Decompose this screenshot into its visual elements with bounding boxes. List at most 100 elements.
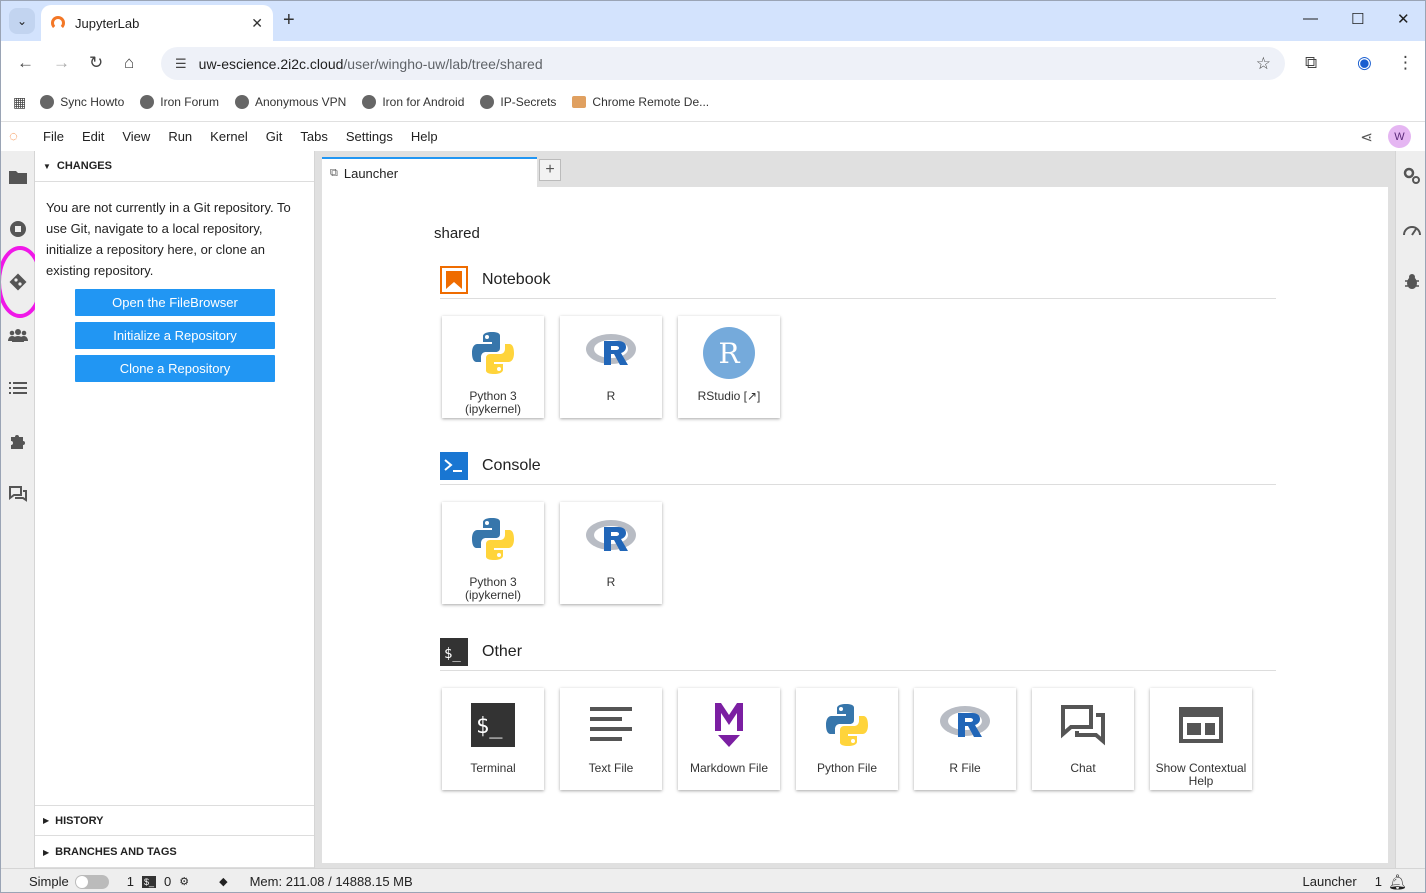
clone-repository-button[interactable]: Clone a Repository bbox=[75, 355, 275, 382]
bookmark-item[interactable]: Iron Forum bbox=[140, 95, 219, 109]
new-tab-icon[interactable]: + bbox=[283, 9, 295, 32]
card-label: RStudio [↗] bbox=[697, 389, 761, 403]
tab-search-icon[interactable]: ⌄ bbox=[9, 8, 35, 34]
browser-menu-icon[interactable]: ⋮ bbox=[1397, 53, 1414, 73]
minimize-icon[interactable]: — bbox=[1303, 10, 1318, 27]
card-label: Text File bbox=[588, 761, 634, 775]
initialize-repository-button[interactable]: Initialize a Repository bbox=[75, 322, 275, 349]
address-bar[interactable]: ☰ uw-escience.2i2c.cloud/user/wingho-uw/… bbox=[161, 47, 1285, 80]
site-info-icon[interactable]: ☰ bbox=[175, 56, 187, 72]
globe-icon bbox=[362, 95, 377, 109]
browser-tab[interactable]: JupyterLab ✕ bbox=[41, 5, 273, 41]
globe-icon bbox=[140, 95, 155, 109]
bookmark-item[interactable]: Iron for Android bbox=[362, 95, 464, 109]
apps-grid-icon[interactable]: ▦ bbox=[13, 94, 26, 111]
property-inspector-icon[interactable] bbox=[1402, 166, 1422, 186]
git-panel: ▼ CHANGES You are not currently in a Git… bbox=[35, 151, 315, 868]
menu-kernel[interactable]: Kernel bbox=[210, 129, 248, 144]
bookmark-star-icon[interactable]: ☆ bbox=[1256, 54, 1271, 74]
bookmark-item[interactable]: Sync Howto bbox=[40, 95, 124, 109]
reload-icon[interactable]: ↻ bbox=[89, 53, 103, 73]
simple-mode-label: Simple bbox=[29, 874, 69, 889]
notification-bell-icon[interactable]: 🔔︎ bbox=[1388, 873, 1407, 891]
changes-section-header[interactable]: ▼ CHANGES bbox=[35, 151, 314, 182]
menu-tabs[interactable]: Tabs bbox=[300, 129, 327, 144]
card-label: R bbox=[606, 575, 616, 589]
url-path: /user/wingho-uw/lab/tree/shared bbox=[343, 55, 543, 72]
bookmark-item[interactable]: IP-Secrets bbox=[480, 95, 556, 109]
extensions-icon[interactable]: ⧉ bbox=[1305, 53, 1317, 73]
extension-puzzle-icon[interactable] bbox=[8, 431, 28, 451]
other-cards: $_ Terminal Text File Markdown File Pyth… bbox=[442, 688, 1268, 790]
launcher-card-python-console[interactable]: Python 3 (ipykernel) bbox=[442, 502, 544, 604]
launcher-card-r-console[interactable]: R bbox=[560, 502, 662, 604]
menu-help[interactable]: Help bbox=[411, 129, 438, 144]
notebook-icon bbox=[440, 265, 468, 294]
terminal-count[interactable]: 1 bbox=[127, 874, 134, 889]
add-launcher-button[interactable]: + bbox=[539, 159, 561, 181]
table-of-contents-icon[interactable] bbox=[8, 378, 28, 398]
bookmark-item[interactable]: Chrome Remote De... bbox=[572, 95, 709, 109]
launcher-card-text-file[interactable]: Text File bbox=[560, 688, 662, 790]
launcher-tab-icon: ⧉ bbox=[330, 166, 338, 179]
close-tab-icon[interactable]: ✕ bbox=[251, 15, 263, 32]
main-area: ⧉ Launcher + shared Notebook Python 3 (i… bbox=[315, 151, 1395, 868]
bookmarks-bar: ▦ Sync Howto Iron Forum Anonymous VPN Ir… bbox=[1, 87, 1425, 117]
history-section-header[interactable]: ▶ HISTORY bbox=[35, 805, 314, 836]
folder-icon[interactable] bbox=[8, 166, 28, 186]
globe-icon bbox=[40, 95, 55, 109]
globe-icon bbox=[480, 95, 495, 109]
notebook-section: Notebook Python 3 (ipykernel) R R RStudi… bbox=[440, 261, 1276, 418]
svg-text:$_: $_ bbox=[476, 714, 503, 739]
launcher-card-python-file[interactable]: Python File bbox=[796, 688, 898, 790]
close-window-icon[interactable]: ✕ bbox=[1397, 10, 1410, 28]
menu-git[interactable]: Git bbox=[266, 129, 283, 144]
terminal-section-icon: $_ bbox=[440, 637, 468, 666]
card-label: Python 3 (ipykernel) bbox=[464, 389, 521, 416]
git-status-icon[interactable]: ◆ bbox=[219, 875, 227, 888]
forward-icon[interactable]: → bbox=[53, 53, 70, 73]
markdown-icon bbox=[702, 698, 756, 752]
kernel-status-icon[interactable]: ⚙ bbox=[179, 875, 189, 888]
launcher-card-markdown-file[interactable]: Markdown File bbox=[678, 688, 780, 790]
chat-sidebar-icon[interactable] bbox=[8, 484, 28, 504]
contextual-help-icon bbox=[1174, 698, 1228, 752]
menu-view[interactable]: View bbox=[122, 129, 150, 144]
menu-edit[interactable]: Edit bbox=[82, 129, 104, 144]
launcher-card-rstudio[interactable]: R RStudio [↗] bbox=[678, 316, 780, 418]
simple-mode-toggle[interactable] bbox=[74, 874, 109, 889]
menu-file[interactable]: File bbox=[43, 129, 64, 144]
card-label: Markdown File bbox=[689, 761, 769, 775]
jupyter-favicon-icon bbox=[51, 16, 65, 30]
kernel-count[interactable]: 0 bbox=[164, 874, 171, 889]
menu-run[interactable]: Run bbox=[168, 129, 192, 144]
r-icon bbox=[584, 512, 638, 566]
running-sessions-icon[interactable] bbox=[8, 219, 28, 239]
open-filebrowser-button[interactable]: Open the FileBrowser bbox=[75, 289, 275, 316]
launcher-card-r-file[interactable]: R File bbox=[914, 688, 1016, 790]
svg-text:$_: $_ bbox=[444, 646, 461, 662]
bookmark-item[interactable]: Anonymous VPN bbox=[234, 95, 346, 109]
active-panel-label: Launcher bbox=[1302, 874, 1357, 889]
collaborators-icon[interactable] bbox=[8, 325, 28, 345]
launcher-card-chat[interactable]: Chat bbox=[1032, 688, 1134, 790]
branches-section-header[interactable]: ▶ BRANCHES AND TAGS bbox=[35, 837, 314, 868]
user-avatar[interactable]: W bbox=[1388, 125, 1411, 148]
card-label: Python File bbox=[816, 761, 878, 775]
launcher-card-contextual-help[interactable]: Show Contextual Help bbox=[1150, 688, 1252, 790]
terminal-status-icon[interactable]: $_ bbox=[141, 875, 156, 888]
memory-usage: Mem: 211.08 / 14888.15 MB bbox=[249, 874, 413, 889]
launcher-card-r-notebook[interactable]: R bbox=[560, 316, 662, 418]
debugger-bug-icon[interactable] bbox=[1402, 272, 1422, 292]
profile-icon[interactable]: ◉ bbox=[1357, 53, 1372, 73]
maximize-icon[interactable]: ☐ bbox=[1351, 10, 1364, 28]
back-icon[interactable]: ← bbox=[17, 53, 34, 73]
launcher-card-python-notebook[interactable]: Python 3 (ipykernel) bbox=[442, 316, 544, 418]
launcher-card-terminal[interactable]: $_ Terminal bbox=[442, 688, 544, 790]
resource-usage-gauge-icon[interactable] bbox=[1402, 219, 1422, 239]
share-icon[interactable]: ⋖ bbox=[1360, 128, 1373, 146]
menu-settings[interactable]: Settings bbox=[346, 129, 393, 144]
console-icon bbox=[440, 451, 468, 480]
home-icon[interactable]: ⌂ bbox=[124, 53, 134, 73]
launcher-tab[interactable]: ⧉ Launcher bbox=[322, 157, 537, 187]
